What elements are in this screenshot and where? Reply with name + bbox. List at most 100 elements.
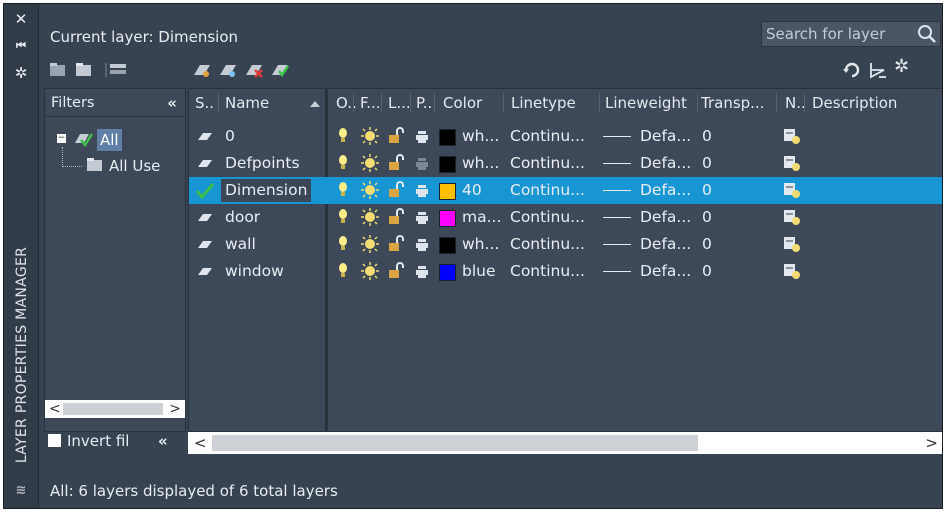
col-header-on[interactable]: O.. xyxy=(336,89,358,117)
layer-name[interactable]: 0 xyxy=(225,123,235,150)
col-header-name[interactable]: Name xyxy=(225,89,305,117)
new-vp-freeze-icon[interactable] xyxy=(783,262,801,280)
scrollbar-thumb[interactable] xyxy=(63,403,163,415)
linetype[interactable]: Continu... xyxy=(510,258,585,285)
new-group-filter-icon[interactable] xyxy=(74,61,94,79)
layer-row[interactable]: Dimension 40 Continu... Defa... 0 xyxy=(189,177,942,204)
sun-icon[interactable] xyxy=(360,154,380,172)
transparency[interactable]: 0 xyxy=(702,177,712,204)
scroll-right-icon[interactable]: > xyxy=(169,400,181,418)
scroll-left-icon[interactable]: < xyxy=(49,400,61,418)
set-current-icon[interactable] xyxy=(270,61,290,79)
checkbox-box[interactable] xyxy=(48,434,61,447)
layer-name[interactable]: window xyxy=(225,258,284,285)
search-icon[interactable] xyxy=(916,23,938,45)
printer-icon[interactable] xyxy=(415,183,429,197)
color-name[interactable]: wh... xyxy=(462,123,499,150)
col-header-color[interactable]: Color xyxy=(443,89,503,117)
unlock-icon[interactable] xyxy=(387,181,405,199)
transparency[interactable]: 0 xyxy=(702,123,712,150)
transparency[interactable]: 0 xyxy=(702,204,712,231)
layer-status-icon[interactable] xyxy=(195,263,215,280)
bulb-icon[interactable] xyxy=(338,155,348,171)
linetype[interactable]: Continu... xyxy=(510,231,585,258)
printer-icon[interactable] xyxy=(415,264,429,278)
linetype[interactable]: Continu... xyxy=(510,204,585,231)
bulb-icon[interactable] xyxy=(338,236,348,252)
unlock-icon[interactable] xyxy=(387,262,405,280)
color-swatch[interactable] xyxy=(439,156,456,173)
unlock-icon[interactable] xyxy=(387,154,405,172)
layer-name[interactable]: Defpoints xyxy=(225,150,300,177)
auto-hide-icon[interactable]: ⏮ xyxy=(11,37,31,55)
sun-icon[interactable] xyxy=(360,235,380,253)
sun-icon[interactable] xyxy=(360,127,380,145)
layer-name[interactable]: Dimension xyxy=(221,179,312,202)
bulb-icon[interactable] xyxy=(338,263,348,279)
layer-status-icon[interactable] xyxy=(195,209,215,226)
properties-icon[interactable]: ✲ xyxy=(11,64,31,82)
printer-icon[interactable] xyxy=(415,129,429,143)
layer-list-scrollbar[interactable]: < > xyxy=(188,432,942,454)
layer-name[interactable]: wall xyxy=(225,231,256,258)
filters-scrollbar[interactable]: < > xyxy=(45,400,185,418)
color-name[interactable]: wh... xyxy=(462,231,499,258)
current-layer-check-icon[interactable] xyxy=(195,182,215,200)
color-name[interactable]: 40 xyxy=(462,177,482,204)
layer-row[interactable]: door ma... Continu... Defa... 0 xyxy=(189,204,942,231)
color-swatch[interactable] xyxy=(439,210,456,227)
new-vp-freeze-icon[interactable] xyxy=(783,154,801,172)
delete-layer-icon[interactable] xyxy=(244,61,264,79)
layer-row[interactable]: Defpoints wh... Continu... Defa... 0 xyxy=(189,150,942,177)
lineweight[interactable]: Defa... xyxy=(640,150,691,177)
color-swatch[interactable] xyxy=(439,183,456,200)
transparency[interactable]: 0 xyxy=(702,258,712,285)
new-vp-freeze-icon[interactable] xyxy=(783,208,801,226)
scrollbar-thumb[interactable] xyxy=(212,435,698,451)
lineweight[interactable]: Defa... xyxy=(640,231,691,258)
unlock-icon[interactable] xyxy=(387,127,405,145)
layer-row[interactable]: window blue Continu... Defa... 0 xyxy=(189,258,942,285)
layer-status-icon[interactable] xyxy=(195,128,215,145)
linetype[interactable]: Continu... xyxy=(510,123,585,150)
new-vp-freeze-icon[interactable] xyxy=(783,181,801,199)
col-header-transparency[interactable]: Transp... xyxy=(701,89,777,117)
bulb-icon[interactable] xyxy=(338,209,348,225)
linetype[interactable]: Continu... xyxy=(510,177,585,204)
refresh-icon[interactable] xyxy=(842,61,862,79)
color-swatch[interactable] xyxy=(439,237,456,254)
unlock-icon[interactable] xyxy=(387,208,405,226)
new-vp-freeze-icon[interactable] xyxy=(783,127,801,145)
lineweight[interactable]: Defa... xyxy=(640,204,691,231)
layer-row[interactable]: 0 wh... Continu... Defa... 0 xyxy=(189,123,942,150)
bulb-icon[interactable] xyxy=(338,182,348,198)
sun-icon[interactable] xyxy=(360,262,380,280)
col-header-lineweight[interactable]: Lineweight xyxy=(605,89,695,117)
scroll-right-icon[interactable]: > xyxy=(925,432,938,454)
layer-states-manager-icon[interactable] xyxy=(104,61,130,79)
bulb-icon[interactable] xyxy=(338,128,348,144)
layer-name[interactable]: door xyxy=(225,204,260,231)
transparency[interactable]: 0 xyxy=(702,231,712,258)
color-name[interactable]: wh... xyxy=(462,150,499,177)
layer-status-icon[interactable] xyxy=(195,236,215,253)
search-input[interactable]: Search for layer xyxy=(761,21,941,47)
color-swatch[interactable] xyxy=(439,129,456,146)
collapse-filters-button[interactable]: « xyxy=(158,432,168,450)
lineweight[interactable]: Defa... xyxy=(640,177,691,204)
sun-icon[interactable] xyxy=(360,208,380,226)
gear-icon[interactable]: ✲ xyxy=(894,58,914,76)
color-name[interactable]: ma... xyxy=(462,204,501,231)
col-header-lock[interactable]: L... xyxy=(388,89,412,117)
collapse-filters-button[interactable]: « xyxy=(167,89,177,117)
new-vp-freeze-icon[interactable] xyxy=(783,235,801,253)
scroll-left-icon[interactable]: < xyxy=(194,432,207,454)
unlock-icon[interactable] xyxy=(387,235,405,253)
col-header-description[interactable]: Description xyxy=(812,89,922,117)
tree-expand-icon[interactable]: − xyxy=(57,134,66,143)
printer-icon[interactable] xyxy=(415,237,429,251)
linetype[interactable]: Continu... xyxy=(510,150,585,177)
new-layer-icon[interactable] xyxy=(192,61,212,79)
printer-icon[interactable] xyxy=(415,210,429,224)
sun-icon[interactable] xyxy=(360,181,380,199)
